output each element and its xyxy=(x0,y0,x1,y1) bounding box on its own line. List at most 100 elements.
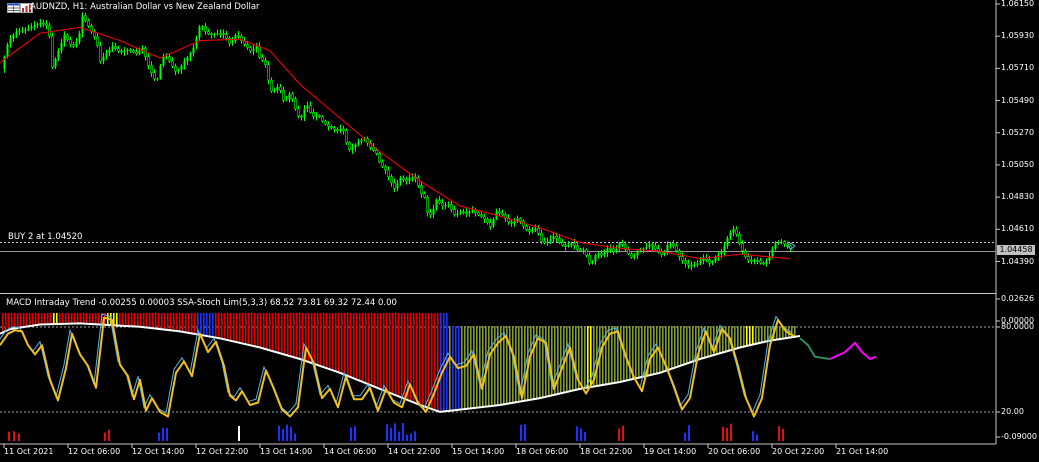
macd-histogram-bar xyxy=(131,313,133,327)
macd-histogram-bar xyxy=(401,313,403,398)
macd-histogram-bar xyxy=(47,313,49,325)
candle-body xyxy=(480,214,483,218)
macd-histogram-bar xyxy=(179,313,181,332)
candle-body xyxy=(327,124,330,127)
candle-body xyxy=(753,260,756,262)
candle-body xyxy=(354,144,357,148)
macd-histogram-bar xyxy=(353,313,355,379)
candle-body xyxy=(456,213,459,215)
candle-body xyxy=(396,183,399,189)
macd-histogram-bar xyxy=(542,326,544,398)
candle-body xyxy=(576,245,579,251)
price-tick-label: 1.04390 xyxy=(1001,256,1035,266)
candle-body xyxy=(390,176,393,184)
macd-histogram-bar xyxy=(317,313,319,365)
macd-histogram-bar xyxy=(89,313,91,324)
macd-histogram-bar xyxy=(470,326,472,409)
candle-body xyxy=(378,152,381,163)
chart-canvas[interactable] xyxy=(0,0,1039,462)
macd-histogram-bar xyxy=(32,313,34,326)
macd-histogram-bar xyxy=(191,313,193,334)
candle-body xyxy=(429,212,432,215)
candle-body xyxy=(138,50,141,54)
candle-body xyxy=(732,229,735,233)
signal-bar xyxy=(414,431,416,441)
candle-body xyxy=(264,60,267,66)
macd-histogram-bar xyxy=(335,313,337,372)
candle-body xyxy=(45,23,48,26)
macd-histogram-bar xyxy=(230,313,232,341)
candle-body xyxy=(444,205,447,207)
grid-icon[interactable] xyxy=(7,3,20,13)
candle-body xyxy=(777,241,780,244)
candle-body xyxy=(402,177,405,180)
candle-body xyxy=(342,128,345,132)
candle-body xyxy=(168,56,171,62)
candle-body xyxy=(783,241,786,245)
signal-bar xyxy=(354,426,356,441)
macd-histogram-bar xyxy=(275,313,277,352)
macd-histogram-bar xyxy=(671,326,673,370)
candle-body xyxy=(318,115,321,117)
candle-body xyxy=(699,261,702,264)
candle-body xyxy=(345,130,348,143)
macd-histogram-bar xyxy=(269,313,271,351)
indicator-title: MACD Intraday Trend -0.00255 0.00003 SSA… xyxy=(6,298,397,308)
macd-histogram-bar xyxy=(206,313,208,336)
candle-body xyxy=(756,260,759,262)
candle-body xyxy=(399,178,402,184)
candle-body xyxy=(486,218,489,224)
candle-body xyxy=(306,105,309,109)
macd-histogram-bar xyxy=(23,313,25,328)
candle-body xyxy=(219,33,222,35)
macd-histogram-bar xyxy=(584,326,586,389)
signal-bar xyxy=(524,424,526,441)
macd-histogram-bar xyxy=(290,313,292,357)
macd-histogram-bar xyxy=(692,326,694,362)
macd-histogram-bar xyxy=(398,313,400,397)
time-tick-label: 15 Oct 14:00 xyxy=(452,447,505,456)
time-tick-label: 18 Oct 22:00 xyxy=(580,447,633,456)
candle-body xyxy=(678,250,681,257)
macd-histogram-bar xyxy=(149,313,151,328)
macd-histogram-bar xyxy=(170,313,172,331)
macd-histogram-bar xyxy=(761,326,763,343)
candle-body xyxy=(192,47,195,54)
macd-histogram-bar xyxy=(227,313,229,340)
candle-body xyxy=(711,261,714,264)
order-line-label[interactable]: BUY 2 at 1.04520 xyxy=(8,232,82,242)
candle-body xyxy=(744,250,747,257)
time-tick-label: 13 Oct 14:00 xyxy=(260,447,313,456)
macd-histogram-bar xyxy=(137,313,139,327)
candle-body xyxy=(336,129,339,132)
macd-histogram-bar xyxy=(545,326,547,397)
candle-body xyxy=(738,233,741,244)
candle-body xyxy=(30,26,33,29)
candle-body xyxy=(357,141,360,145)
candle-body xyxy=(126,49,129,51)
signal-bar xyxy=(394,423,396,441)
candle-body xyxy=(216,33,219,35)
macd-histogram-bar xyxy=(575,326,577,391)
signal-bar xyxy=(350,427,352,441)
signal-bar xyxy=(398,431,400,441)
macd-histogram-bar xyxy=(452,326,454,411)
candle-body xyxy=(492,219,495,227)
candle-body xyxy=(297,108,300,117)
signal-bar xyxy=(166,428,168,441)
candle-body xyxy=(198,26,201,38)
candle-body xyxy=(177,69,180,72)
macd-histogram-bar xyxy=(683,326,685,365)
macd-histogram-bar xyxy=(419,313,421,405)
macd-histogram-bar xyxy=(500,326,502,405)
candle-body xyxy=(636,251,639,256)
candle-body xyxy=(684,260,687,264)
candle-body xyxy=(123,50,126,52)
candle-body xyxy=(21,30,24,32)
signal-bar xyxy=(688,425,690,441)
macd-histogram-bar xyxy=(161,313,163,330)
macd-histogram-bar xyxy=(119,313,121,326)
macd-histogram-bar xyxy=(635,326,637,379)
candle-body xyxy=(726,237,729,246)
candle-body xyxy=(15,31,18,36)
